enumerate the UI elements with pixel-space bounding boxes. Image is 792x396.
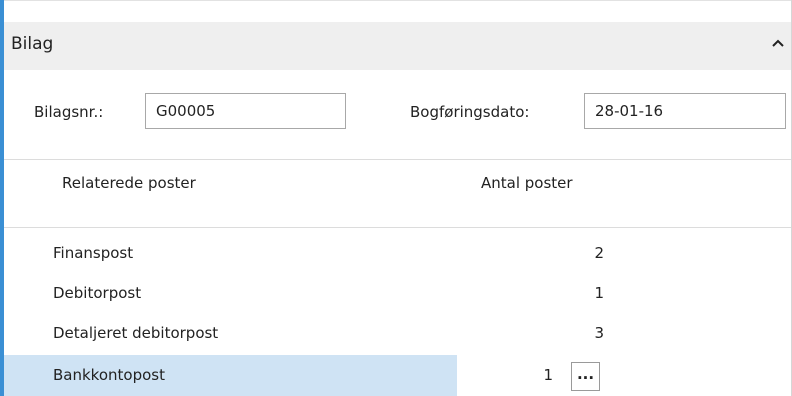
column-header-entry-count[interactable]: Antal poster xyxy=(481,174,573,192)
entry-count[interactable]: 3 xyxy=(564,324,604,342)
entry-name: Bankkontopost xyxy=(53,366,165,384)
top-divider xyxy=(4,0,792,1)
table-row[interactable]: Debitorpost 1 xyxy=(4,273,791,314)
chevron-up-icon[interactable] xyxy=(771,36,785,50)
posting-date-field[interactable] xyxy=(584,93,786,129)
posting-date-label: Bogføringsdato: xyxy=(410,103,530,121)
table-row-selected[interactable]: Bankkontopost 1 ... xyxy=(4,355,791,396)
table-header-divider xyxy=(4,227,791,228)
entry-count[interactable]: 2 xyxy=(564,244,604,262)
page-frame: Bilag Bilagsnr.: Bogføringsdato: Relater… xyxy=(0,0,792,396)
fields-divider xyxy=(4,159,791,160)
section-header[interactable]: Bilag xyxy=(4,22,791,70)
entry-name: Finanspost xyxy=(53,244,134,262)
entry-name: Debitorpost xyxy=(53,284,142,302)
entry-count[interactable]: 1 xyxy=(513,366,553,384)
count-edit-cell[interactable]: 1 ... xyxy=(457,355,791,396)
column-header-related-entries[interactable]: Relaterede poster xyxy=(62,174,196,192)
document-no-field[interactable] xyxy=(145,93,346,129)
table-row[interactable]: Finanspost 2 xyxy=(4,233,791,274)
entry-count[interactable]: 1 xyxy=(564,284,604,302)
entry-name: Detaljeret debitorpost xyxy=(53,324,219,342)
section-title: Bilag xyxy=(11,34,54,54)
lookup-button[interactable]: ... xyxy=(571,362,600,391)
table-row[interactable]: Detaljeret debitorpost 3 xyxy=(4,313,791,354)
document-no-label: Bilagsnr.: xyxy=(34,103,104,121)
